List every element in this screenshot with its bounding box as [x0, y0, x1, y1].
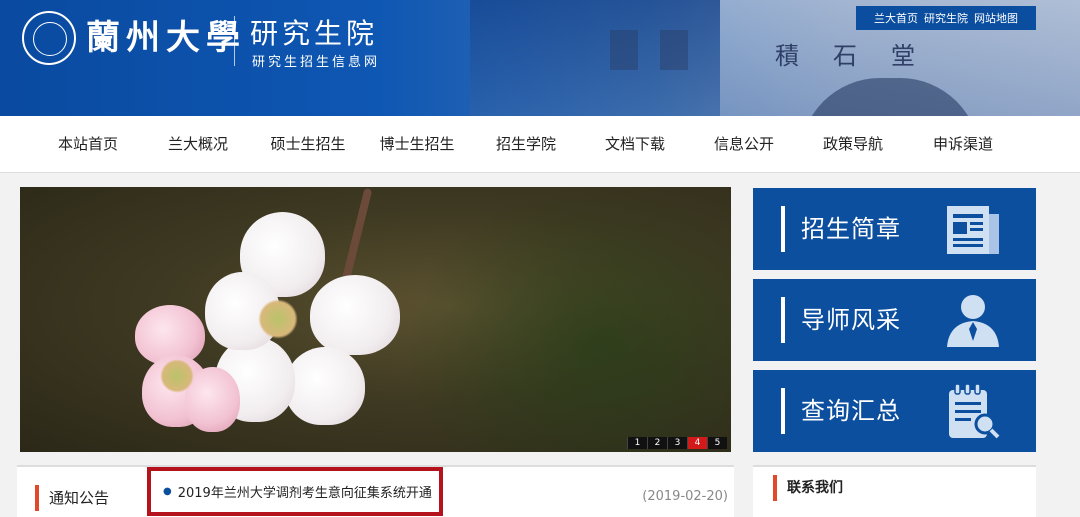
- notice-item-text[interactable]: 2019年兰州大学调剂考生意向征集系统开通: [178, 482, 432, 501]
- nav-item-home[interactable]: 本站首页: [33, 116, 143, 173]
- contact-accent-bar: [773, 475, 777, 501]
- banner-window: [610, 30, 638, 70]
- contact-title: 联系我们: [787, 480, 843, 496]
- blossom-center: [258, 299, 298, 339]
- logo-divider: [234, 16, 235, 66]
- clipboard-search-icon: [949, 383, 1000, 439]
- notice-item-highlighted[interactable]: ● 2019年兰州大学调剂考生意向征集系统开通: [147, 467, 443, 516]
- slider-pagination: 1 2 3 4 5: [627, 437, 727, 449]
- top-link-graduate-school[interactable]: 研究生院: [924, 10, 968, 26]
- notice-item-date: (2019-02-20): [642, 489, 728, 504]
- tile-label: 招生简章: [801, 215, 901, 243]
- top-link-sitemap[interactable]: 网站地图: [974, 10, 1018, 26]
- slider-page-2[interactable]: 2: [647, 437, 667, 449]
- site-name[interactable]: 研究生院: [250, 12, 378, 52]
- contact-panel: 联系我们: [753, 465, 1036, 517]
- tile-accent-bar: [781, 206, 785, 252]
- tile-admission-brochure[interactable]: 招生简章: [753, 188, 1036, 270]
- nav-item-disclosure[interactable]: 信息公开: [689, 116, 799, 173]
- nav-item-masters[interactable]: 硕士生招生: [253, 116, 363, 173]
- newspaper-icon: [947, 206, 999, 254]
- bullet-icon: ●: [163, 486, 172, 497]
- notice-title[interactable]: 通知公告: [49, 485, 109, 511]
- slider-page-4[interactable]: 4: [687, 437, 707, 449]
- university-logo-icon[interactable]: [22, 11, 76, 65]
- building-sign: 積石堂: [775, 42, 949, 70]
- image-slider[interactable]: 1 2 3 4 5: [20, 187, 731, 452]
- building-arch: [800, 78, 980, 116]
- person-icon: [947, 295, 999, 347]
- tile-accent-bar: [781, 297, 785, 343]
- top-link-lzu-home[interactable]: 兰大首页: [874, 10, 918, 26]
- tile-query-summary[interactable]: 查询汇总: [753, 370, 1036, 452]
- nav-item-downloads[interactable]: 文档下载: [580, 116, 690, 173]
- banner-window: [660, 30, 688, 70]
- nav-item-appeal[interactable]: 申诉渠道: [908, 116, 1018, 173]
- tile-supervisors[interactable]: 导师风采: [753, 279, 1036, 361]
- nav-item-colleges[interactable]: 招生学院: [471, 116, 581, 173]
- header-banner: 積石堂 蘭州大學 研究生院 研究生招生信息网 兰大首页 研究生院 网站地图: [0, 0, 1080, 116]
- tile-accent-bar: [781, 388, 785, 434]
- slider-page-1[interactable]: 1: [627, 437, 647, 449]
- blossom-petal: [310, 275, 400, 355]
- nav-item-doctoral[interactable]: 博士生招生: [362, 116, 472, 173]
- tile-label: 导师风采: [801, 306, 901, 334]
- top-links: 兰大首页 研究生院 网站地图: [856, 6, 1036, 30]
- blossom-center: [160, 359, 194, 393]
- blossom-petal: [285, 347, 365, 425]
- slider-page-3[interactable]: 3: [667, 437, 687, 449]
- university-name[interactable]: 蘭州大學: [86, 10, 246, 59]
- notice-accent-bar: [35, 485, 39, 511]
- site-subtitle: 研究生招生信息网: [252, 55, 381, 70]
- notice-panel: 通知公告 ● 2019年兰州大学调剂考生意向征集系统开通 (2019-02-20…: [17, 465, 734, 517]
- tile-label: 查询汇总: [801, 397, 901, 425]
- nav-item-about[interactable]: 兰大概况: [143, 116, 253, 173]
- slider-background: [400, 187, 730, 452]
- banner-building-left: [470, 0, 720, 116]
- nav-item-policy[interactable]: 政策导航: [798, 116, 908, 173]
- slider-page-5[interactable]: 5: [707, 437, 727, 449]
- main-nav: 本站首页 兰大概况 硕士生招生 博士生招生 招生学院 文档下载 信息公开 政策导…: [0, 116, 1080, 173]
